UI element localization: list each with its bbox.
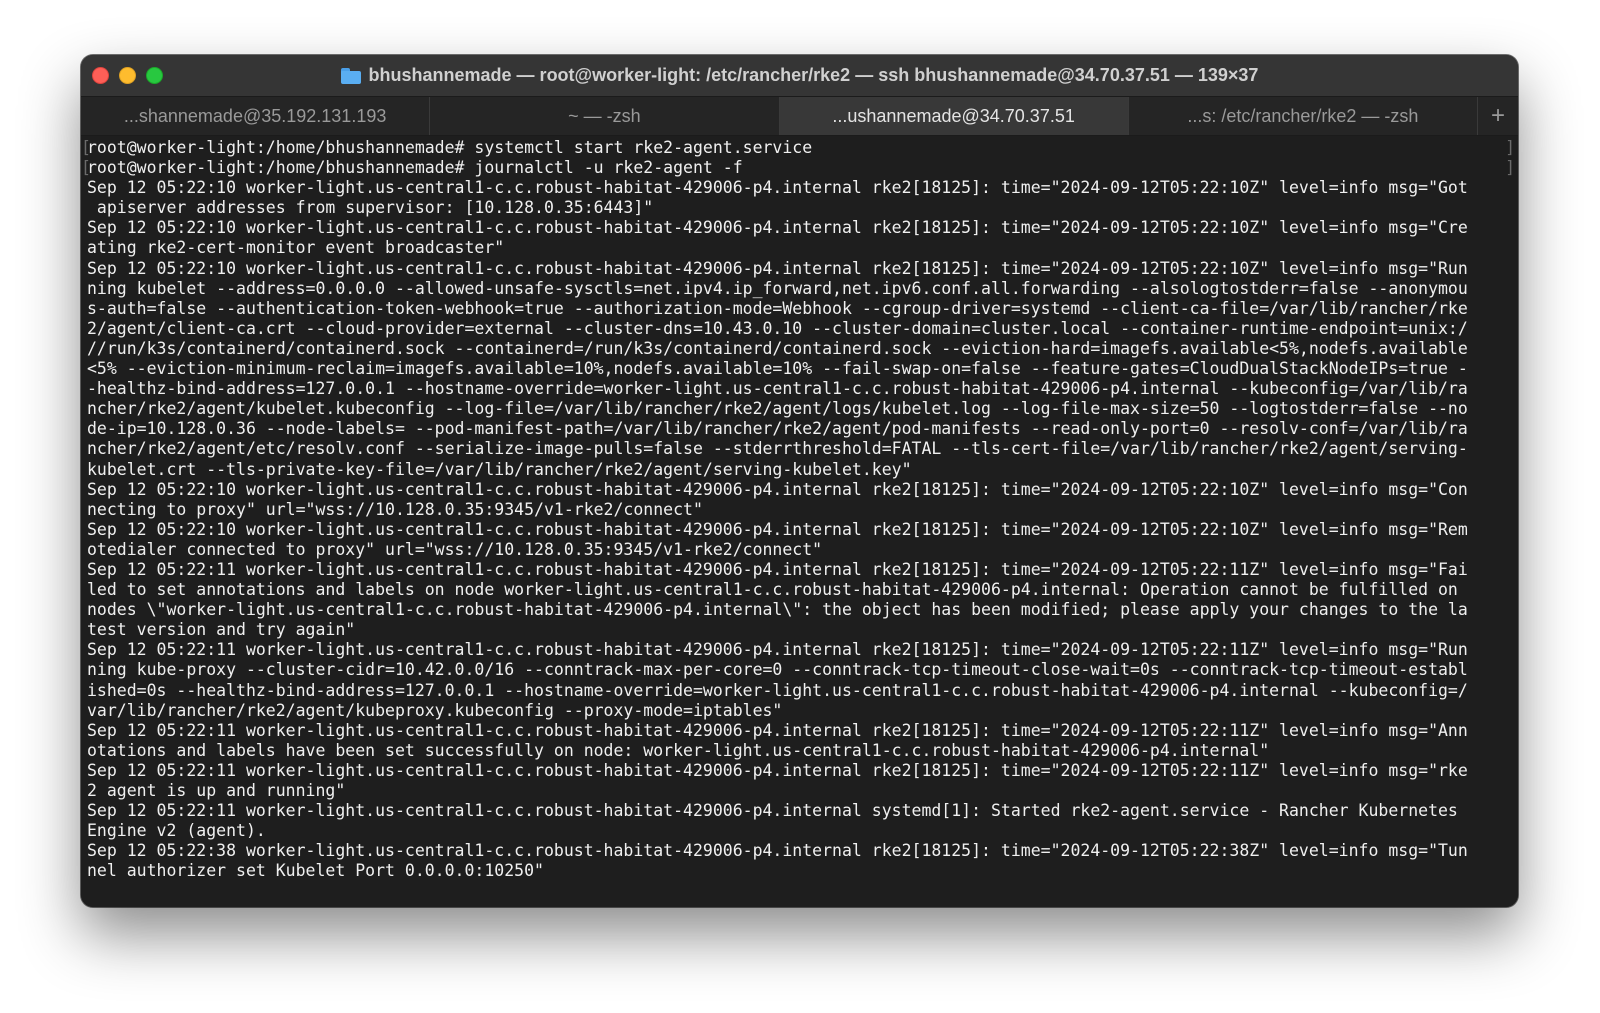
log-line: 2 agent is up and running" bbox=[87, 781, 346, 800]
shell-command: systemctl start rke2-agent.service bbox=[474, 138, 813, 157]
log-line: otations and labels have been set succes… bbox=[87, 740, 1270, 760]
log-line: Sep 12 05:22:10 worker-light.us-central1… bbox=[87, 258, 1468, 278]
tab-label: ~ — -zsh bbox=[568, 105, 641, 126]
log-line: ncher/rke2/agent/etc/resolv.conf --seria… bbox=[87, 439, 1468, 459]
close-button[interactable] bbox=[92, 67, 109, 84]
shell-command: journalctl -u rke2-agent -f bbox=[474, 158, 743, 178]
title-bar[interactable]: bhushannemade — root@worker-light: /etc/… bbox=[81, 55, 1518, 96]
log-line: Engine v2 (agent). bbox=[87, 821, 266, 841]
log-line: ning kube-proxy --cluster-cidr=10.42.0.0… bbox=[87, 660, 1468, 680]
shell-prompt: root@worker-light:/home/bhushannemade# bbox=[87, 138, 475, 157]
log-line: nel authorizer set Kubelet Port 0.0.0.0:… bbox=[87, 861, 544, 881]
zoom-button[interactable] bbox=[146, 67, 163, 84]
log-line: <5% --eviction-minimum-reclaim=imagefs.a… bbox=[87, 359, 1468, 379]
log-line: ished=0s --healthz-bind-address=127.0.0.… bbox=[87, 680, 1468, 700]
log-line: kubelet.crt --tls-private-key-file=/var/… bbox=[87, 459, 912, 479]
log-line: necting to proxy" url="wss://10.128.0.35… bbox=[87, 499, 703, 519]
log-line: Sep 12 05:22:11 worker-light.us-central1… bbox=[87, 760, 1468, 780]
log-line: Sep 12 05:22:38 worker-light.us-central1… bbox=[87, 841, 1468, 861]
log-line: 2/agent/client-ca.crt --cloud-provider=e… bbox=[87, 318, 1468, 338]
log-line: otedialer connected to proxy" url="wss:/… bbox=[87, 539, 823, 559]
log-line: Sep 12 05:22:11 worker-light.us-central1… bbox=[87, 559, 1468, 579]
log-line: nodes \"worker-light.us-central1-c.c.rob… bbox=[87, 600, 1468, 620]
minimize-button[interactable] bbox=[119, 67, 136, 84]
prompt-line: [root@worker-light:/home/bhushannemade# … bbox=[81, 158, 1515, 178]
terminal-output[interactable]: [root@worker-light:/home/bhushannemade# … bbox=[81, 136, 1518, 907]
log-line: Sep 12 05:22:11 worker-light.us-central1… bbox=[87, 640, 1468, 660]
tab-label: ...shannemade@35.192.131.193 bbox=[123, 105, 387, 126]
log-output: Sep 12 05:22:10 worker-light.us-central1… bbox=[87, 178, 1512, 881]
log-line: test version and try again" bbox=[87, 620, 356, 640]
log-line: s-auth=false --authentication-token-webh… bbox=[87, 298, 1468, 318]
log-line: de-ip=10.128.0.36 --node-labels= --pod-m… bbox=[87, 419, 1468, 439]
log-line: Sep 12 05:22:11 worker-light.us-central1… bbox=[87, 720, 1468, 740]
window-title: bhushannemade — root@worker-light: /etc/… bbox=[340, 65, 1259, 86]
log-line: led to set annotations and labels on nod… bbox=[87, 580, 1458, 600]
terminal-window: bhushannemade — root@worker-light: /etc/… bbox=[81, 55, 1518, 907]
shell-prompt: root@worker-light:/home/bhushannemade# bbox=[87, 158, 475, 178]
tab-label: ...s: /etc/rancher/rke2 — -zsh bbox=[1187, 105, 1419, 126]
tab-ssh-34-70[interactable]: ...ushannemade@34.70.37.51 bbox=[779, 97, 1129, 135]
plus-icon: + bbox=[1490, 102, 1505, 129]
log-line: ncher/rke2/agent/kubelet.kubeconfig --lo… bbox=[87, 399, 1468, 419]
prompt-line: [root@worker-light:/home/bhushannemade# … bbox=[81, 138, 1515, 157]
tab-zsh-home[interactable]: ~ — -zsh bbox=[430, 97, 780, 135]
log-line: Sep 12 05:22:11 worker-light.us-central1… bbox=[87, 801, 1458, 821]
log-line: //run/k3s/containerd/containerd.sock --c… bbox=[87, 338, 1468, 358]
tab-zsh-rke2[interactable]: ...s: /etc/rancher/rke2 — -zsh bbox=[1129, 97, 1478, 135]
tab-label: ...ushannemade@34.70.37.51 bbox=[832, 105, 1075, 126]
log-line: var/lib/rancher/rke2/agent/kubeproxy.kub… bbox=[87, 700, 783, 720]
log-line: Sep 12 05:22:10 worker-light.us-central1… bbox=[87, 178, 1468, 198]
window-title-text: bhushannemade — root@worker-light: /etc/… bbox=[368, 65, 1259, 85]
window-controls bbox=[92, 67, 163, 84]
log-line: Sep 12 05:22:10 worker-light.us-central1… bbox=[87, 218, 1468, 238]
log-line: ning kubelet --address=0.0.0.0 --allowed… bbox=[87, 278, 1468, 298]
log-line: apiserver addresses from supervisor: [10… bbox=[87, 198, 654, 218]
log-line: Sep 12 05:22:10 worker-light.us-central1… bbox=[87, 479, 1468, 499]
log-line: Sep 12 05:22:10 worker-light.us-central1… bbox=[87, 519, 1468, 539]
folder-icon bbox=[340, 67, 361, 84]
log-line: ating rke2-cert-monitor event broadcaste… bbox=[87, 238, 505, 258]
log-line: -healthz-bind-address=127.0.0.1 --hostna… bbox=[87, 379, 1468, 399]
tab-bar: ...shannemade@35.192.131.193 ~ — -zsh ..… bbox=[81, 96, 1518, 136]
new-tab-button[interactable]: + bbox=[1478, 97, 1518, 135]
tab-ssh-35-192[interactable]: ...shannemade@35.192.131.193 bbox=[81, 97, 431, 135]
